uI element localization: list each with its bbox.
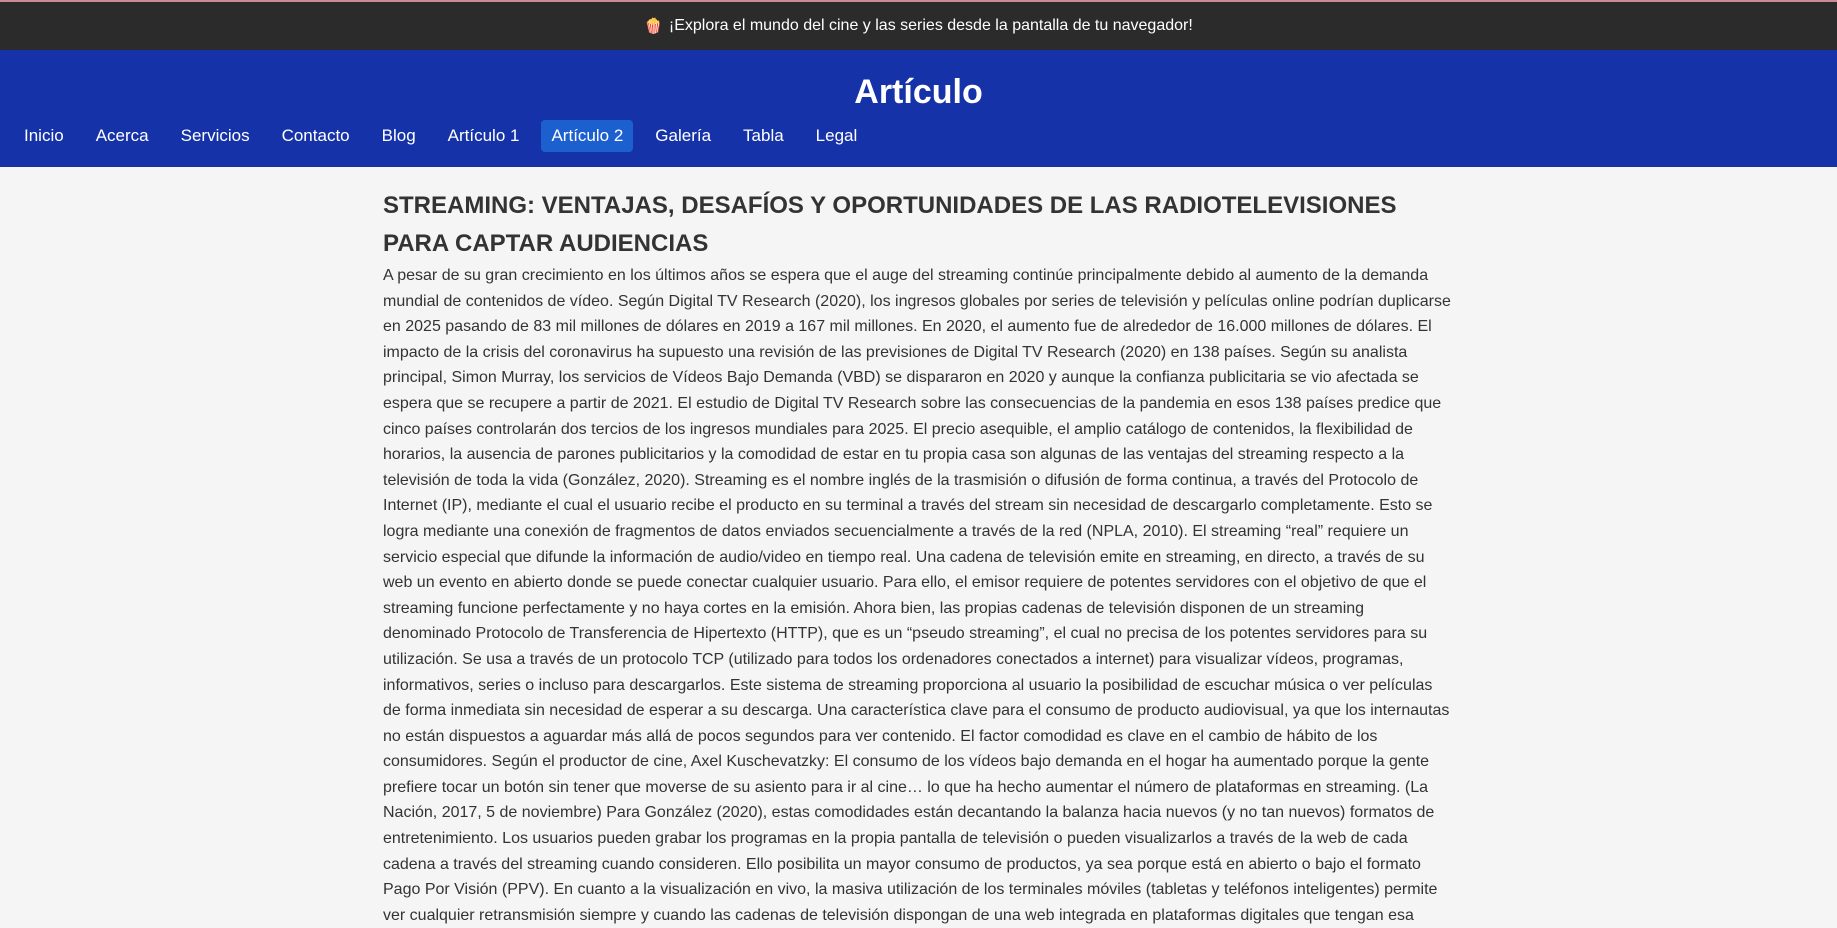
nav-item-articulo-1[interactable]: Artículo 1: [438, 120, 530, 152]
top-announcement-banner: 🍿 ¡Explora el mundo del cine y las serie…: [0, 0, 1837, 50]
nav-item-articulo-2[interactable]: Artículo 2: [541, 120, 634, 152]
nav-item-servicios[interactable]: Servicios: [171, 120, 260, 152]
main-navigation: Inicio Acerca Servicios Contacto Blog Ar…: [14, 120, 879, 152]
banner-text: ¡Explora el mundo del cine y las series …: [668, 17, 1193, 34]
site-header: Artículo Inicio Acerca Servicios Contact…: [0, 50, 1837, 167]
nav-item-galeria[interactable]: Galería: [645, 120, 721, 152]
popcorn-icon: 🍿: [644, 18, 663, 35]
article-heading: STREAMING: VENTAJAS, DESAFÍOS Y OPORTUNI…: [383, 192, 1397, 257]
page-title: Artículo: [854, 73, 983, 111]
nav-item-legal[interactable]: Legal: [806, 120, 868, 152]
article-body: A pesar de su gran crecimiento en los úl…: [383, 267, 1451, 924]
nav-item-blog[interactable]: Blog: [372, 120, 426, 152]
nav-item-tabla[interactable]: Tabla: [733, 120, 794, 152]
article-content: STREAMING: VENTAJAS, DESAFÍOS Y OPORTUNI…: [383, 167, 1453, 928]
nav-item-acerca[interactable]: Acerca: [86, 120, 159, 152]
nav-item-contacto[interactable]: Contacto: [272, 120, 360, 152]
nav-item-inicio[interactable]: Inicio: [14, 120, 74, 152]
